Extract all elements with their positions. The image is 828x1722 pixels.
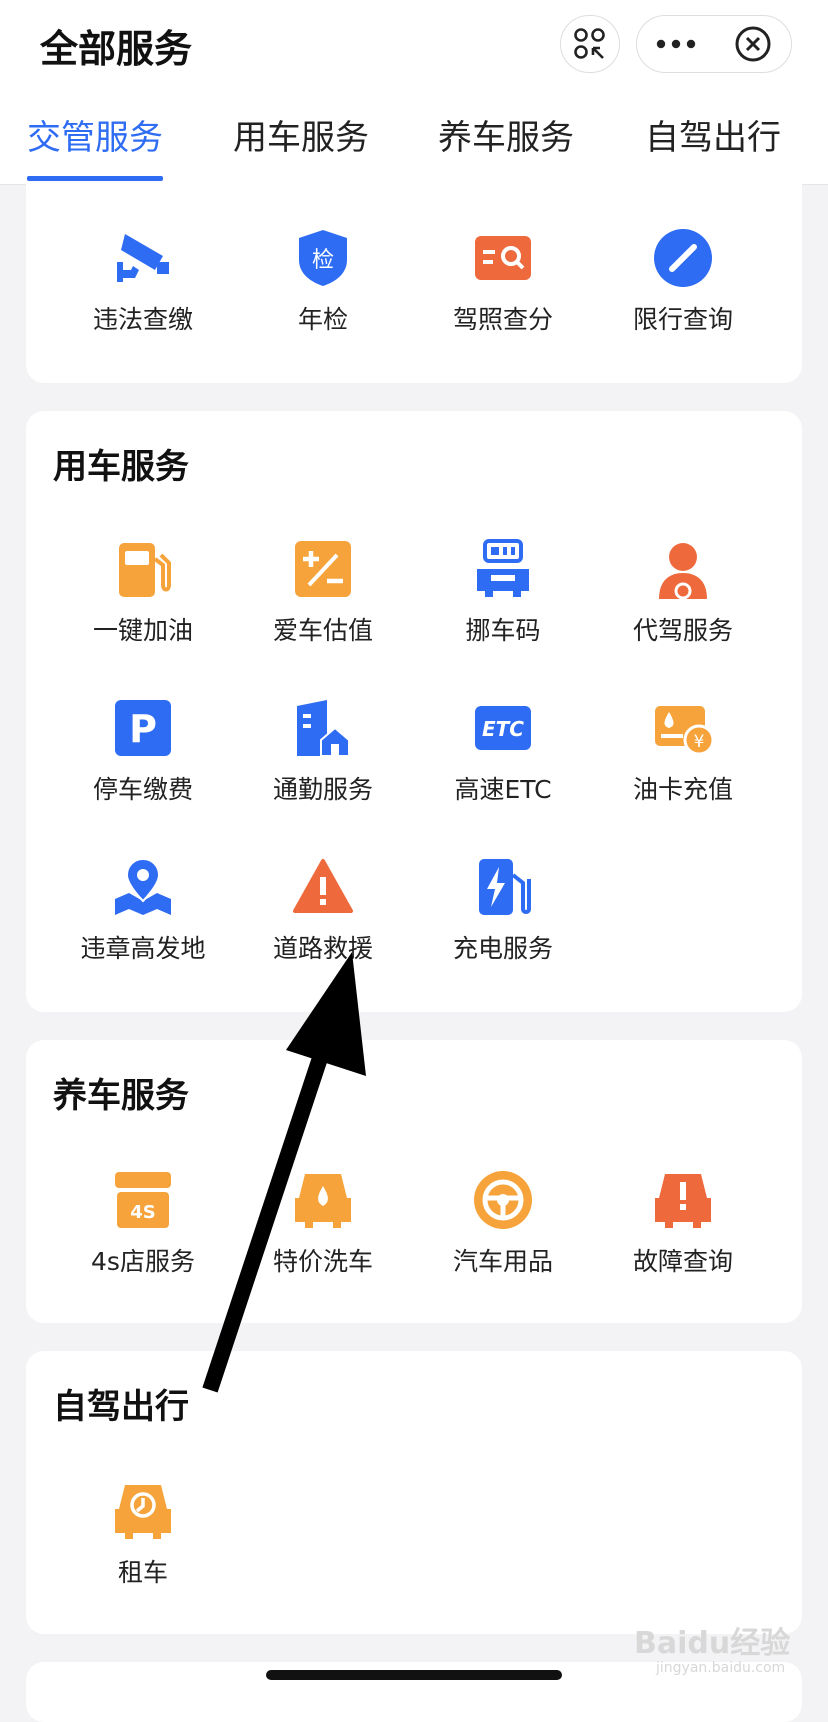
watermark-url: jingyan.baidu.com — [656, 1660, 786, 1676]
home-indicator[interactable] — [266, 1670, 562, 1680]
watermark-logo: Baidu经验 — [634, 1626, 791, 1661]
annotation-arrow — [202, 952, 366, 1393]
